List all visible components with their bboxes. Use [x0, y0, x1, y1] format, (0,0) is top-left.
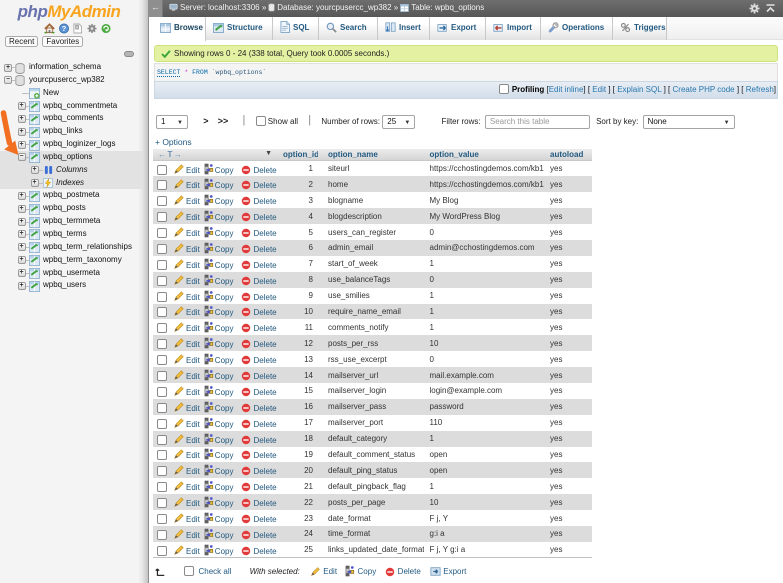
- svg-text:?: ?: [62, 24, 67, 33]
